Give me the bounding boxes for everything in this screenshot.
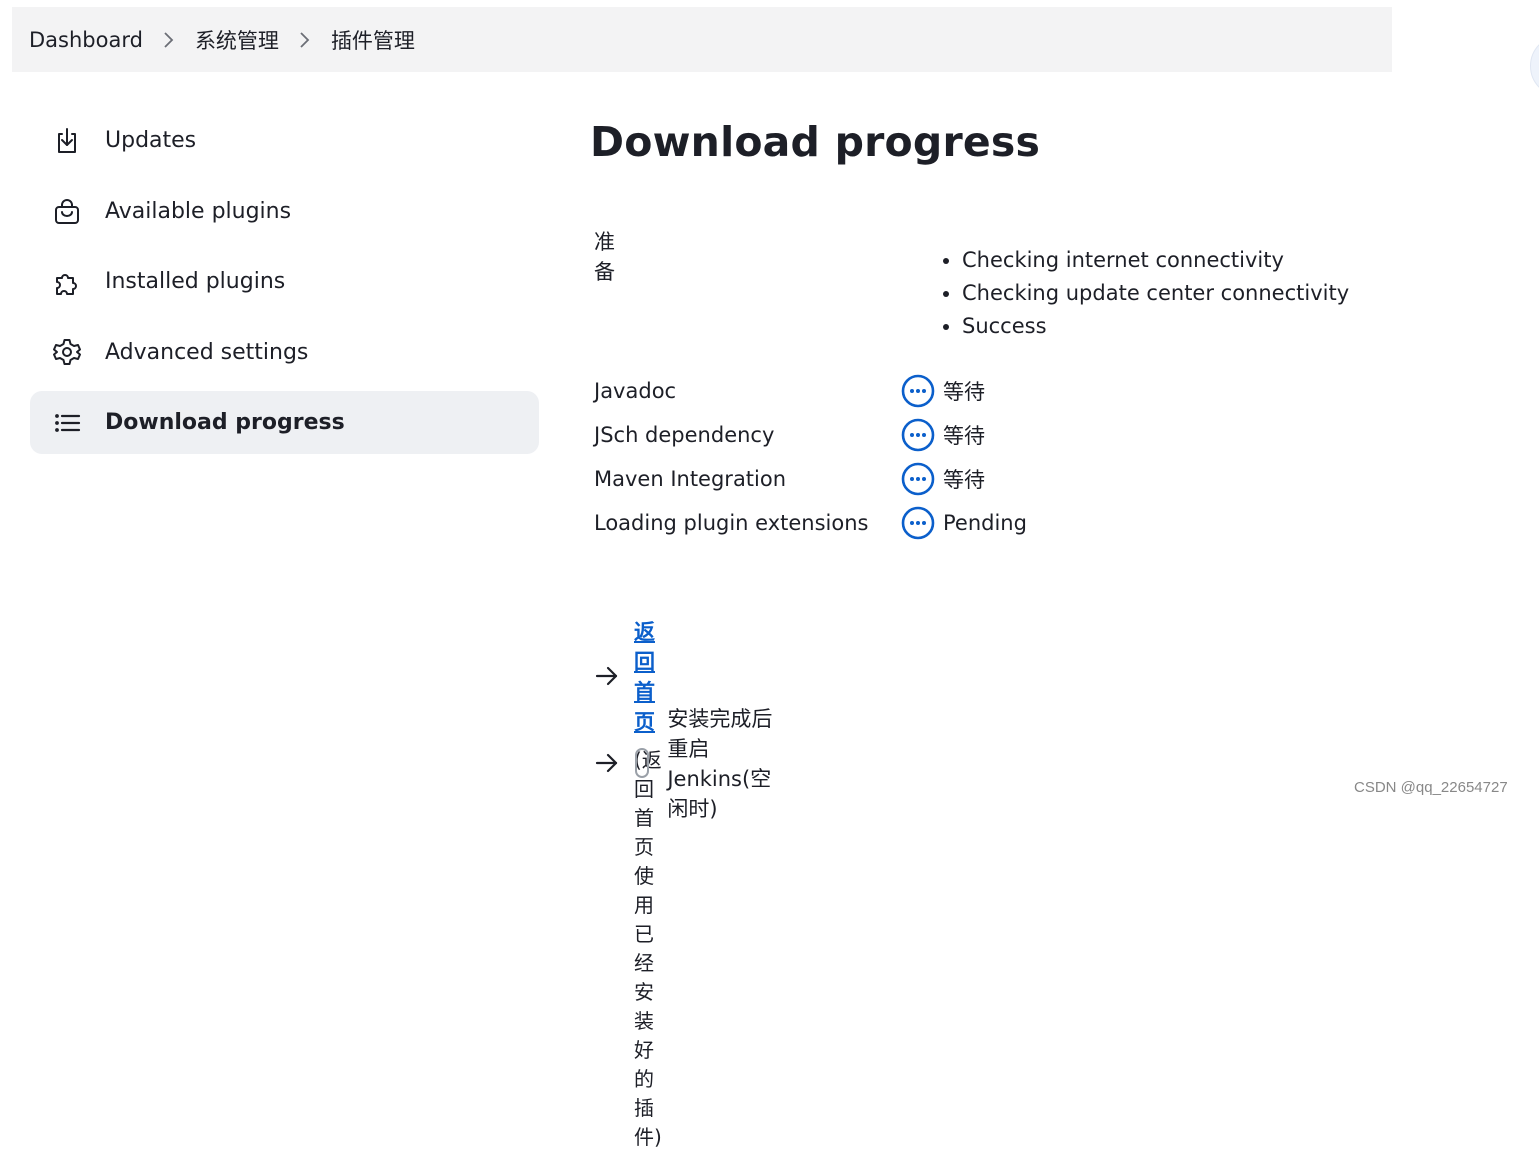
sidebar-item-installed-plugins[interactable]: Installed plugins (30, 250, 539, 313)
sidebar-item-label: Updates (105, 128, 197, 153)
breadcrumb-item-system[interactable]: 系统管理 (195, 25, 279, 55)
arrow-right-icon (594, 750, 620, 776)
gear-icon (51, 336, 83, 368)
watermark: CSDN @qq_22654727 (1354, 779, 1508, 796)
pending-icon (901, 418, 935, 452)
sidebar-item-label: Download progress (105, 410, 345, 435)
sidebar-item-updates[interactable]: Updates (30, 109, 539, 172)
plugin-row: Loading plugin extensions Pending (594, 503, 1027, 543)
sidebar-item-available-plugins[interactable]: Available plugins (30, 180, 539, 243)
plugin-status: 等待 (943, 468, 985, 492)
list-item: Checking internet connectivity (962, 244, 1349, 277)
pending-icon (901, 374, 935, 408)
plugin-row: Javadoc 等待 (594, 371, 985, 411)
page-title: Download progress (590, 118, 1041, 166)
restart-label[interactable]: 安装完成后重启Jenkins(空闲时) (667, 703, 787, 823)
pending-icon (901, 506, 935, 540)
pending-icon (901, 462, 935, 496)
preparation-label: 准备 (594, 230, 615, 284)
sidebar-item-label: Installed plugins (105, 269, 286, 294)
plugin-status: 等待 (943, 424, 985, 448)
plugin-name: Loading plugin extensions (594, 511, 869, 535)
plugin-name: Maven Integration (594, 467, 787, 491)
breadcrumb: Dashboard 系统管理 插件管理 (12, 7, 1392, 72)
sidebar: Updates Available plugins Installed plug… (30, 109, 539, 462)
plugin-name: JSch dependency (594, 423, 775, 447)
shopping-bag-icon (51, 195, 83, 227)
plugin-row: JSch dependency 等待 (594, 415, 985, 455)
download-icon (51, 125, 83, 157)
plugin-status: 等待 (943, 380, 985, 404)
sidebar-item-label: Advanced settings (105, 339, 309, 365)
plugin-name: Javadoc (594, 379, 677, 403)
list-icon (51, 407, 83, 439)
list-item: Success (962, 310, 1349, 343)
puzzle-icon (51, 266, 83, 298)
preparation-steps: Checking internet connectivity Checking … (940, 244, 1349, 343)
chevron-right-icon (163, 31, 175, 49)
sidebar-item-label: Available plugins (105, 198, 292, 224)
plugin-row: Maven Integration 等待 (594, 459, 985, 499)
sidebar-item-advanced-settings[interactable]: Advanced settings (30, 321, 539, 384)
restart-checkbox[interactable] (635, 748, 650, 778)
chevron-right-icon (299, 31, 311, 49)
home-link-row: 返回首页 (返回首页使用已经安装好的插件) (594, 616, 662, 1150)
arrow-right-icon (594, 663, 620, 689)
list-item: Checking update center connectivity (962, 277, 1349, 310)
restart-row: 安装完成后重启Jenkins(空闲时) (594, 703, 787, 823)
plugin-status: Pending (943, 511, 1027, 535)
sidebar-item-download-progress[interactable]: Download progress (30, 391, 539, 454)
floating-action-circle[interactable] (1530, 35, 1539, 97)
breadcrumb-item-plugins[interactable]: 插件管理 (331, 25, 415, 55)
breadcrumb-item-dashboard[interactable]: Dashboard (29, 28, 143, 52)
